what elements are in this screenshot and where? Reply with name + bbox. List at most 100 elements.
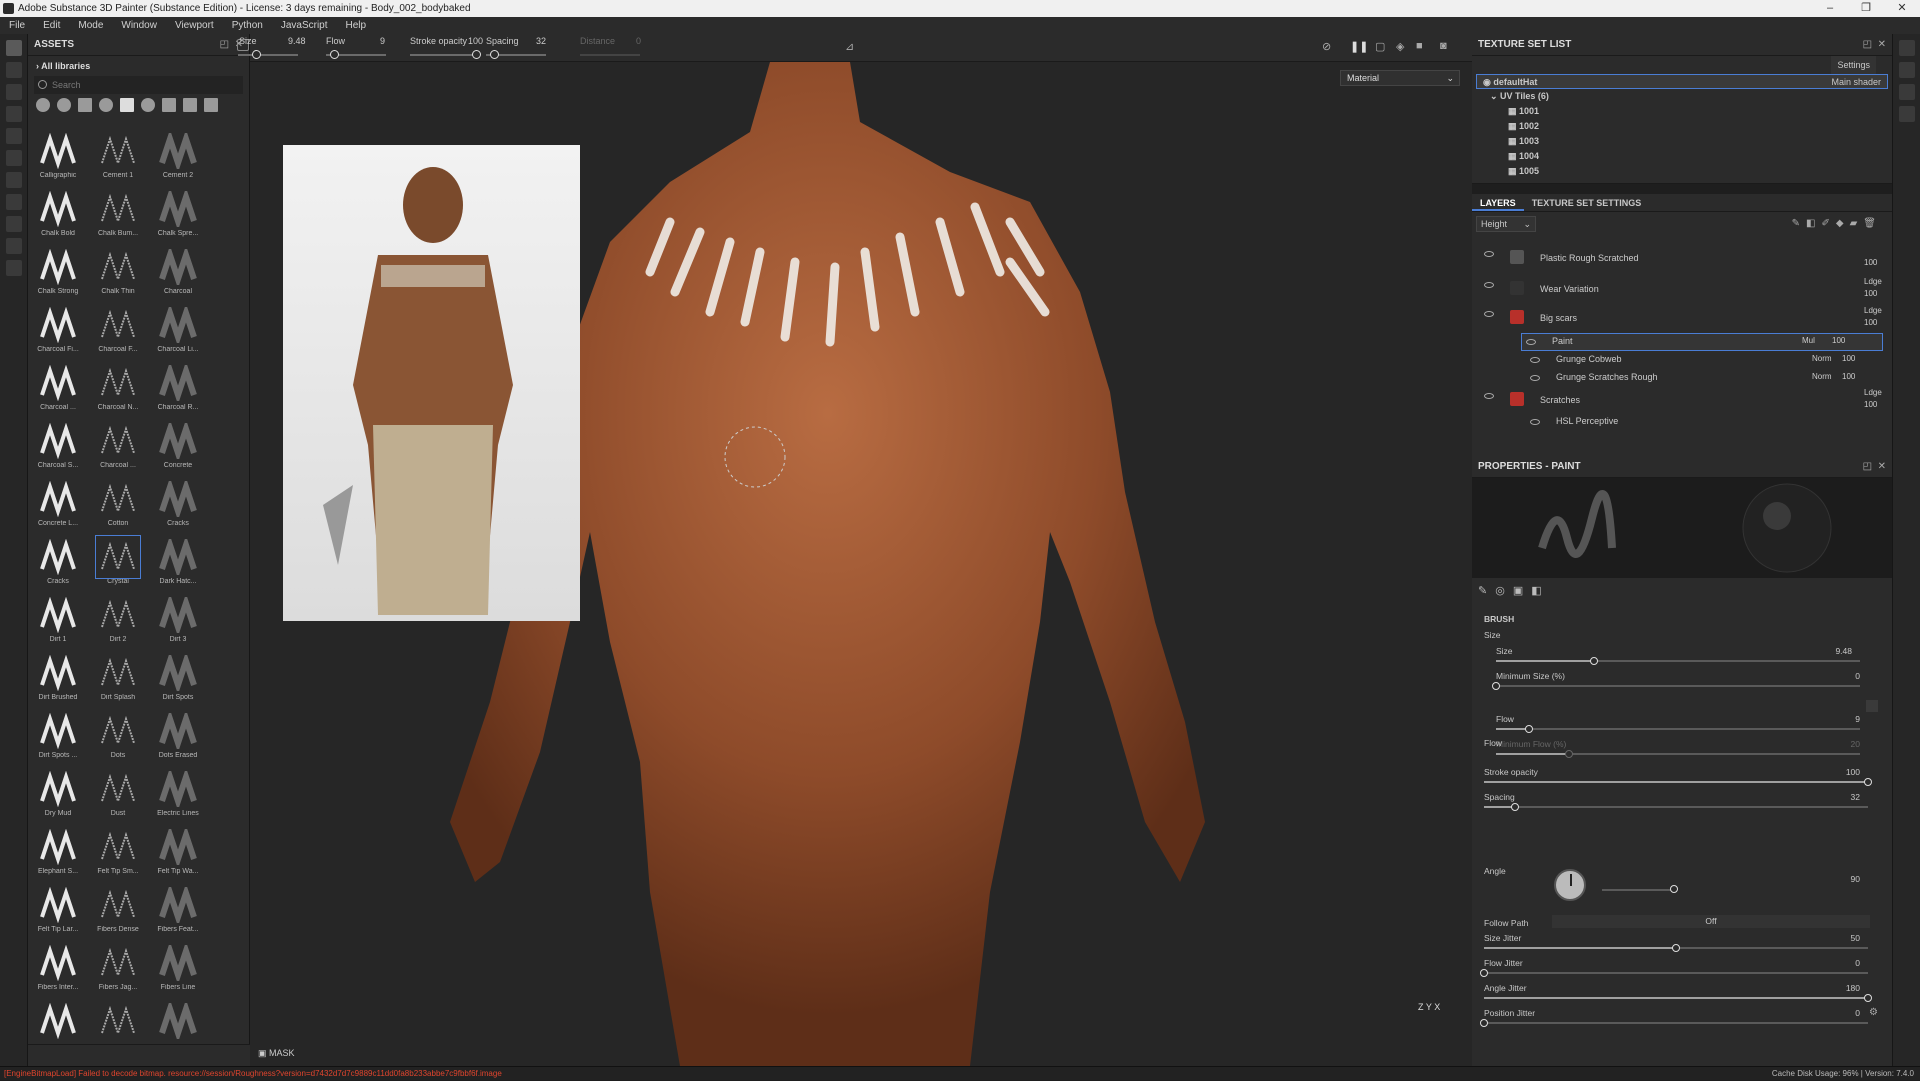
position-jitter-track[interactable] (1484, 1022, 1868, 1024)
layer-opacity[interactable]: 100 (1864, 289, 1877, 298)
filter-brushes-icon[interactable] (120, 98, 134, 112)
size-knob[interactable] (1590, 657, 1599, 665)
path-icon[interactable] (6, 216, 22, 232)
brush-thumbnail[interactable]: Charcoal (154, 246, 202, 300)
brush-thumbnail[interactable]: Concrete (154, 420, 202, 474)
layer-blend-mode[interactable]: Ldge (1864, 306, 1882, 315)
layer-row[interactable]: Grunge Scratches Rough Norm 100 (1472, 370, 1892, 386)
flow-track[interactable] (1496, 728, 1860, 730)
log-icon[interactable] (1899, 106, 1915, 122)
min-size-knob[interactable] (1492, 682, 1500, 690)
angle-track[interactable] (1602, 889, 1672, 891)
uv-tile-row[interactable]: ▦ 1001 (1472, 104, 1892, 119)
grid-view-icon[interactable] (204, 98, 218, 112)
brush-tab-icon[interactable]: ✎ (1478, 585, 1495, 597)
angle-knob[interactable] (1670, 885, 1678, 893)
channel-select[interactable]: Height ⌄ (1476, 216, 1536, 232)
brush-thumbnail[interactable]: Dirt Brushed (34, 652, 82, 706)
display-settings-icon[interactable] (1899, 62, 1915, 78)
spacing-knob[interactable] (1510, 803, 1519, 811)
eye-icon[interactable] (1484, 311, 1494, 317)
filter-particles-icon[interactable] (141, 98, 155, 112)
min-flow-knob[interactable] (1564, 750, 1573, 758)
bake-icon[interactable] (6, 194, 22, 210)
uv-tile-row[interactable]: ▦ 1003 (1472, 134, 1892, 149)
layer-row[interactable]: HSL Perceptive (1472, 414, 1892, 430)
filter-environments-icon[interactable] (183, 98, 197, 112)
brush-thumbnail[interactable]: Crystal (94, 535, 142, 590)
brush-thumbnail[interactable]: Charcoal S... (34, 420, 82, 474)
brush-thumbnail[interactable]: Concrete L... (34, 478, 82, 532)
layer-blend-mode[interactable]: Mul (1802, 336, 1815, 345)
brush-thumbnail[interactable]: Dirt 2 (94, 594, 142, 648)
eye-icon[interactable] (1484, 393, 1494, 399)
angle-jitter-knob[interactable] (1864, 994, 1872, 1002)
brush-thumbnail[interactable]: Calligraphic (34, 130, 82, 184)
layer-blend-mode[interactable]: Ldge (1864, 277, 1882, 286)
add-mask-icon[interactable]: ◧ (1806, 218, 1821, 229)
texture-set-row[interactable]: ◉ defaultHat Main shader (1476, 74, 1888, 89)
toolbar-distance-slider[interactable] (580, 54, 640, 56)
add-effect-icon[interactable]: ✎ (1792, 218, 1806, 229)
eye-icon[interactable] (1530, 357, 1540, 363)
brush-thumbnail[interactable]: Felt Tip Sm... (94, 826, 142, 880)
brush-thumbnail[interactable]: Dirt Spots ... (34, 710, 82, 764)
eye-icon[interactable] (1484, 251, 1494, 257)
brush-thumbnail[interactable]: Fibers Dense (94, 884, 142, 938)
brush-thumbnail[interactable]: Cement 1 (94, 130, 142, 184)
measure-icon[interactable] (6, 238, 22, 254)
min-size-track[interactable] (1496, 685, 1860, 687)
undock-icon[interactable]: ◰ (220, 39, 229, 50)
viewport-channel-select[interactable]: Material ⌄ (1340, 70, 1460, 86)
menu-viewport[interactable]: Viewport (166, 20, 223, 31)
add-folder-icon[interactable]: ▰ (1850, 218, 1864, 229)
eye-icon[interactable] (1530, 375, 1540, 381)
stroke-opacity-knob[interactable] (1864, 778, 1872, 786)
layer-blend-mode[interactable]: Ldge (1864, 388, 1882, 397)
brush-thumbnail[interactable]: Dots (94, 710, 142, 764)
filter-smart-materials-icon[interactable] (57, 98, 71, 112)
spacing-track[interactable] (1484, 806, 1868, 808)
brush-thumbnail[interactable]: Fibers Feat... (154, 884, 202, 938)
asset-search-input[interactable]: Search (34, 76, 243, 94)
history-icon[interactable] (1899, 84, 1915, 100)
position-jitter-knob[interactable] (1480, 1019, 1488, 1027)
menu-window[interactable]: Window (112, 20, 166, 31)
eye-icon[interactable] (1526, 339, 1536, 345)
filter-masks-icon[interactable] (78, 98, 92, 112)
brush-thumbnail[interactable]: Dirt Splash (94, 652, 142, 706)
delete-layer-icon[interactable]: 🗑 (1863, 218, 1882, 229)
panel-close-icon[interactable]: ✕ (1878, 461, 1886, 472)
material-tab-icon[interactable]: ◧ (1531, 585, 1549, 597)
brush-thumbnail[interactable]: Cracks (154, 478, 202, 532)
export-icon[interactable] (6, 260, 22, 276)
eye-icon[interactable]: ◉ (1477, 77, 1491, 87)
angle-dial[interactable] (1554, 869, 1586, 901)
toolbar-size-knob[interactable] (252, 50, 261, 59)
stencil-tab-icon[interactable]: ▣ (1513, 585, 1531, 597)
menu-javascript[interactable]: JavaScript (272, 20, 337, 31)
close-button[interactable]: ✕ (1884, 0, 1920, 17)
size-pen-pressure-icon[interactable] (1866, 700, 1878, 712)
toolbar-opacity-knob[interactable] (472, 50, 481, 59)
menu-help[interactable]: Help (337, 20, 376, 31)
layer-row[interactable]: Big scars Ldge 100 (1472, 306, 1892, 332)
layer-row[interactable]: Plastic Rough Scratched 100 (1472, 246, 1892, 272)
brush-thumbnail[interactable]: Dust (94, 768, 142, 822)
smudge-icon[interactable] (6, 128, 22, 144)
texture-set-settings-button[interactable]: Settings (1831, 56, 1876, 74)
toolbar-spacing-knob[interactable] (490, 50, 499, 59)
brush-thumbnail[interactable]: Felt Tip Lar... (34, 884, 82, 938)
brush-thumbnail[interactable]: Dirt 3 (154, 594, 202, 648)
brush-thumbnail[interactable]: Charcoal ... (34, 362, 82, 416)
toolbar-size-slider[interactable] (238, 54, 298, 56)
brush-thumbnail[interactable]: Charcoal Fi... (34, 304, 82, 358)
brush-thumbnail[interactable]: Elephant S... (34, 826, 82, 880)
brush-thumbnail[interactable]: Charcoal N... (94, 362, 142, 416)
add-paint-layer-icon[interactable]: ✐ (1822, 218, 1836, 229)
library-selector[interactable]: › All libraries (28, 56, 249, 76)
layer-blend-mode[interactable]: Norm (1812, 372, 1832, 381)
uv-tile-row[interactable]: ▦ 1002 (1472, 119, 1892, 134)
undock-icon[interactable]: ◰ (1863, 39, 1872, 50)
texture-set-list-icon[interactable] (1899, 40, 1915, 56)
